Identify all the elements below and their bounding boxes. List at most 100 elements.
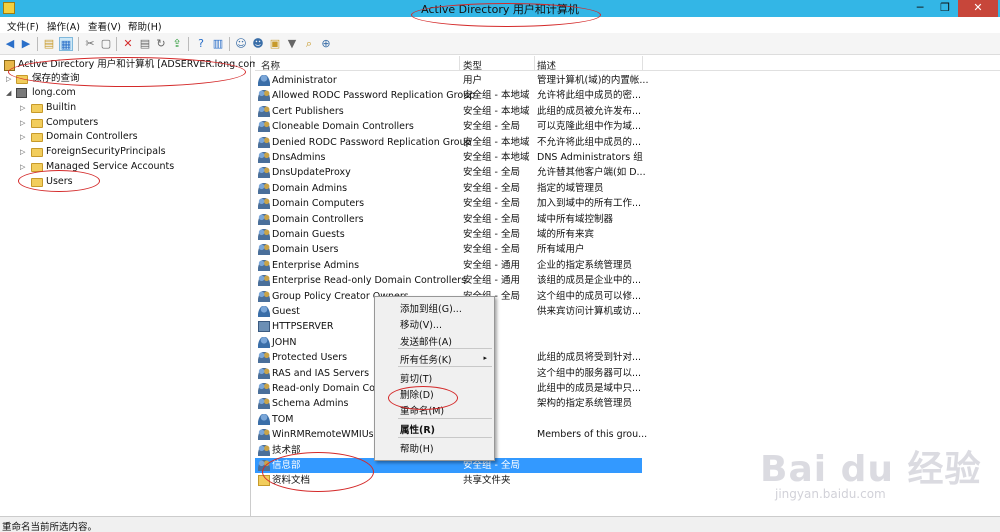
expand-arrow-icon[interactable]: ▷	[20, 101, 25, 115]
column-header-description[interactable]: 描述	[537, 58, 556, 72]
new-user-icon[interactable]: ☺	[234, 37, 248, 51]
cell-type: 安全组 - 全局	[463, 182, 520, 194]
show-tree-icon[interactable]: ▦	[59, 37, 73, 51]
table-row[interactable]: Denied RODC Password Replication Group 安全…	[255, 135, 642, 150]
column-header-type[interactable]: 类型	[463, 58, 482, 72]
refresh-icon[interactable]: ↻	[154, 37, 168, 51]
cell-description: 这个组中的服务器可以...	[537, 367, 642, 379]
back-arrow-icon[interactable]: ◀	[3, 37, 17, 51]
cell-name: HTTPSERVER	[272, 321, 334, 333]
table-row[interactable]: DnsUpdateProxy 安全组 - 全局 允许替其他客户端(如 D...	[255, 165, 646, 180]
submenu-arrow-icon: ▸	[483, 354, 487, 362]
menu-item-add-to-group[interactable]: 添加到组(G)...	[400, 301, 462, 315]
folder-icon	[31, 119, 43, 128]
help-icon[interactable]: ?	[194, 37, 208, 51]
export-icon[interactable]: ⇪	[170, 37, 184, 51]
cell-description: 供来宾访问计算机或访...	[537, 306, 642, 317]
minimize-button[interactable]: ─	[909, 0, 931, 17]
properties-icon[interactable]: ▤	[138, 37, 152, 51]
menu-separator	[398, 418, 492, 419]
menu-action[interactable]: 操作(A)	[47, 19, 80, 33]
column-divider[interactable]	[534, 56, 535, 71]
cut-icon[interactable]: ✂	[83, 37, 97, 51]
menu-item-all-tasks[interactable]: 所有任务(K)	[400, 352, 452, 366]
column-divider[interactable]	[642, 56, 643, 71]
expand-arrow-icon[interactable]: ▷	[20, 145, 25, 159]
group-icon	[258, 213, 270, 225]
cell-name: Read-only Domain Cont	[272, 383, 385, 394]
cell-type: 安全组 - 本地域	[463, 152, 530, 163]
menu-file[interactable]: 文件(F)	[7, 19, 39, 33]
table-row[interactable]: Domain Users 安全组 - 全局 所有域用户	[255, 242, 642, 257]
group-icon	[258, 198, 270, 210]
table-row[interactable]: Domain Admins 安全组 - 全局 指定的域管理员	[255, 181, 642, 196]
cell-type: 共享文件夹	[463, 475, 511, 487]
menu-help[interactable]: 帮助(H)	[128, 19, 162, 33]
expand-arrow-icon[interactable]: ▷	[20, 160, 25, 174]
table-row[interactable]: Enterprise Admins 安全组 - 通用 企业的指定系统管理员	[255, 258, 642, 273]
group-icon	[258, 136, 270, 148]
cell-name: Protected Users	[272, 352, 348, 364]
table-row[interactable]: Domain Computers 安全组 - 全局 加入到域中的所有工作...	[255, 196, 642, 211]
action-pane-icon[interactable]: ▥	[211, 37, 225, 51]
cell-description: 指定的域管理员	[537, 182, 604, 194]
menu-item-cut[interactable]: 剪切(T)	[400, 371, 432, 385]
cell-description: 此组中的成员是域中只...	[537, 383, 642, 394]
cell-type: 安全组 - 本地域	[463, 90, 530, 102]
copy-icon[interactable]: ▢	[99, 37, 113, 51]
find-icon[interactable]: ⌕	[302, 37, 316, 51]
up-folder-icon[interactable]: ▤	[42, 37, 56, 51]
expand-arrow-icon[interactable]: ▷	[20, 116, 25, 130]
cell-description: 允许将此组中成员的密...	[537, 90, 642, 102]
table-row[interactable]: Domain Guests 安全组 - 全局 域的所有来宾	[255, 227, 642, 242]
new-ou-icon[interactable]: ▣	[268, 37, 282, 51]
console-tree: Active Directory 用户和计算机 [ADSERVER.long.c…	[0, 56, 262, 516]
cell-name: Guest	[272, 306, 300, 317]
collapse-arrow-icon[interactable]: ◢	[6, 86, 11, 100]
column-divider[interactable]	[459, 56, 460, 71]
table-row[interactable]: Cert Publishers 安全组 - 本地域 此组的成员被允许发布...	[255, 104, 642, 119]
table-row[interactable]: DnsAdmins 安全组 - 本地域 DNS Administrators 组	[255, 150, 643, 165]
add-to-group-icon[interactable]: ⊕	[319, 37, 333, 51]
table-row[interactable]: Administrator 用户 管理计算机(域)的内置帐...	[255, 73, 648, 88]
group-icon	[258, 429, 270, 441]
group-icon	[258, 444, 270, 456]
cell-name: Cert Publishers	[272, 105, 344, 117]
cell-name: JOHN	[272, 336, 297, 348]
group-icon	[258, 398, 270, 410]
menu-item-help[interactable]: 帮助(H)	[400, 441, 434, 455]
cell-name: Cloneable Domain Controllers	[272, 121, 414, 133]
baidu-watermark: Bai du 经验	[760, 449, 982, 490]
group-icon	[258, 121, 270, 133]
group-icon	[258, 259, 270, 271]
cell-name: Enterprise Admins	[272, 259, 360, 271]
cell-type: 安全组 - 通用	[463, 275, 520, 287]
table-row[interactable]: Cloneable Domain Controllers 安全组 - 全局 可以克隆…	[255, 119, 642, 134]
column-header-name[interactable]: 名称	[261, 58, 280, 72]
domain-icon	[16, 88, 27, 98]
menu-item-move[interactable]: 移动(V)...	[400, 317, 442, 331]
annotation-ellipse-selected-item	[262, 452, 374, 492]
cell-description: 允许替其他客户端(如 D...	[537, 167, 646, 179]
restore-button[interactable]: ❐	[934, 0, 956, 17]
cell-name: Denied RODC Password Replication Group	[272, 136, 472, 148]
cell-type: 安全组 - 全局	[463, 244, 520, 256]
toolbar-divider	[37, 37, 38, 51]
menu-view[interactable]: 查看(V)	[88, 19, 121, 33]
table-row[interactable]: Domain Controllers 安全组 - 全局 域中所有域控制器	[255, 212, 642, 227]
table-row[interactable]: Allowed RODC Password Replication Group 安…	[255, 88, 642, 103]
menu-item-properties[interactable]: 属性(R)	[400, 422, 435, 436]
filter-icon[interactable]: ▼	[285, 37, 299, 51]
expand-arrow-icon[interactable]: ▷	[20, 130, 25, 144]
group-icon	[258, 367, 270, 379]
close-button[interactable]: ✕	[958, 0, 998, 17]
new-group-icon[interactable]: ☻	[251, 37, 265, 51]
annotation-ellipse-users	[18, 170, 100, 192]
forward-arrow-icon[interactable]: ▶	[19, 37, 33, 51]
cell-description: 企业的指定系统管理员	[537, 259, 633, 271]
delete-icon[interactable]: ✕	[121, 37, 135, 51]
toolbar: ◀ ▶ ▤ ▦ ✂ ▢ ✕ ▤ ↻ ⇪ ? ▥ ☺ ☻ ▣ ▼ ⌕ ⊕	[0, 33, 1000, 55]
list-header: 名称 类型 描述	[255, 56, 1000, 72]
menu-item-send-mail[interactable]: 发送邮件(A)	[400, 334, 452, 348]
table-row[interactable]: Enterprise Read-only Domain Controllers 安…	[255, 273, 642, 288]
